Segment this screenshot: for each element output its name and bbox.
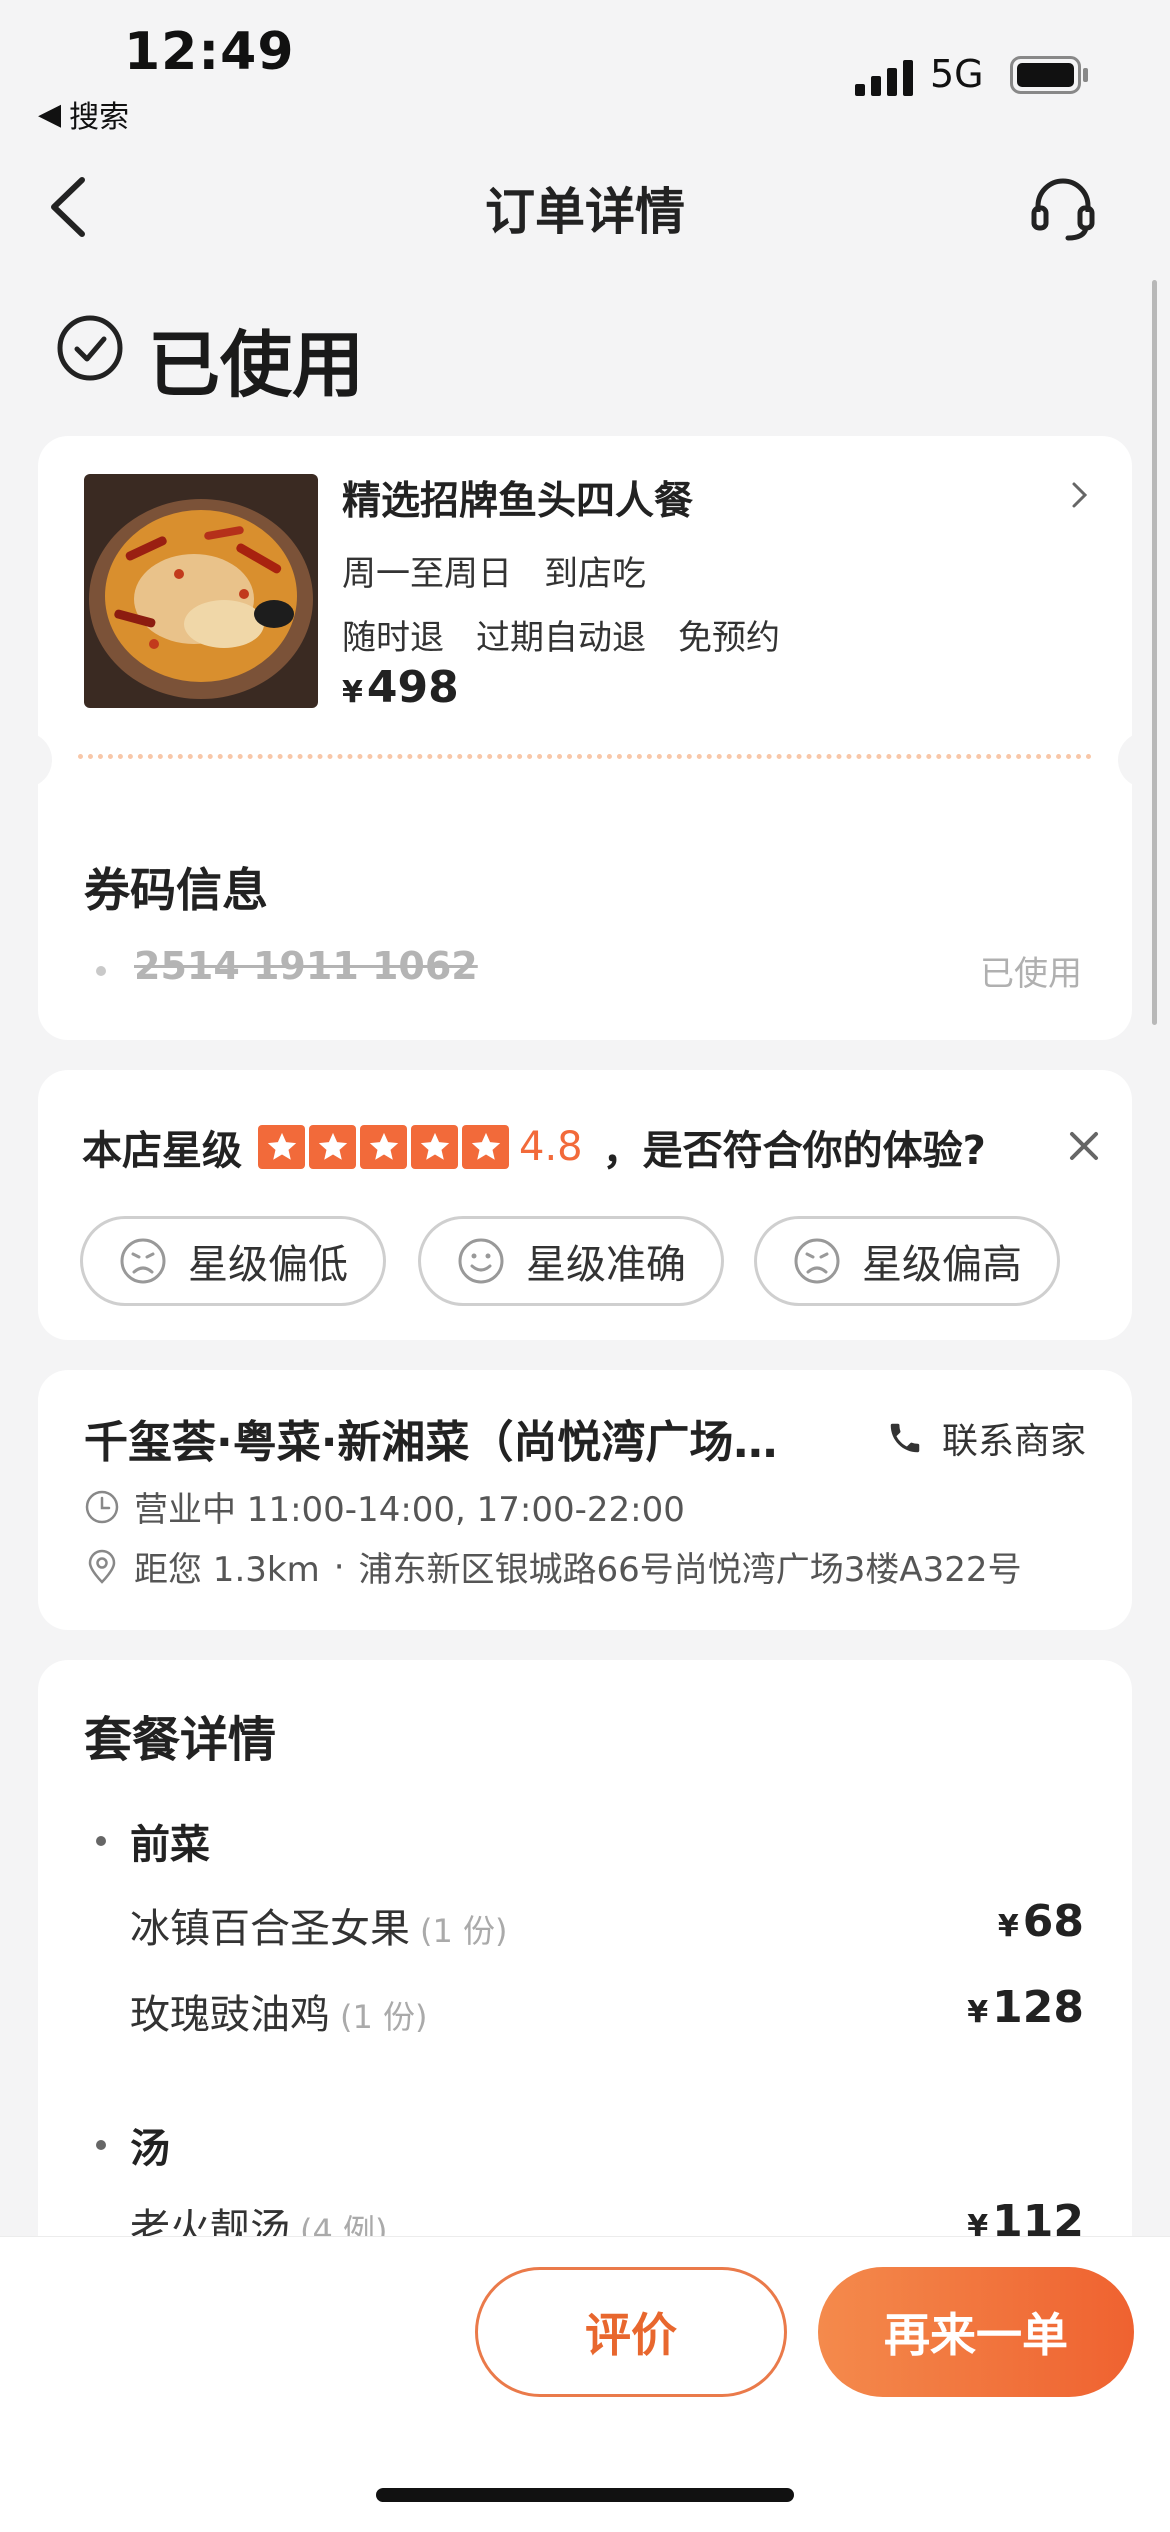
product-tags-row2: 随时退 过期自动退 免预约 — [342, 610, 780, 659]
battery-icon — [1010, 56, 1088, 94]
star-icon — [309, 1125, 356, 1169]
star-icon — [258, 1125, 305, 1169]
clock-icon — [85, 1490, 119, 1523]
star-icon — [360, 1125, 407, 1169]
item-price: ¥ 128 — [967, 1982, 1084, 2033]
section-title-appetizer: 前菜 — [130, 1822, 210, 1868]
product-card: 精选招牌鱼头四人餐 周一至周日 到店吃 随时退 过期自动退 免预约 ¥ 498 … — [24, 436, 1146, 1040]
contact-label: 联系商家 — [941, 1421, 1086, 1462]
back-to-app-link[interactable]: ◀ 搜索 — [38, 92, 129, 136]
signal-icon — [855, 60, 913, 96]
voucher-section-title: 券码信息 — [84, 863, 268, 917]
status-time: 12:49 — [124, 22, 295, 82]
rating-score: 4.8 — [519, 1124, 583, 1170]
network-type: 5G — [930, 52, 984, 96]
rating-label: 本店星级 — [82, 1128, 242, 1174]
item-quantity: (1 份) — [420, 1912, 508, 1950]
menu-item: 玫瑰豉油鸡 (1 份) — [130, 1982, 428, 2040]
package-title: 套餐详情 — [84, 1712, 277, 1768]
section-title-soup: 汤 — [130, 2126, 170, 2172]
ticket-notch-left — [24, 732, 52, 788]
phone-icon — [890, 1423, 920, 1453]
menu-item: 冰镇百合圣女果 (1 份) — [130, 1896, 508, 1954]
tag-schedule: 周一至周日 — [342, 554, 512, 594]
price-value: 128 — [992, 1982, 1084, 2033]
product-price: ¥ 498 — [342, 662, 459, 713]
currency-symbol: ¥ — [342, 675, 363, 710]
reorder-button[interactable]: 再来一单 — [818, 2267, 1134, 2397]
address-separator: · — [333, 1546, 345, 1587]
check-circle-icon — [57, 315, 123, 381]
price-value: 498 — [366, 662, 459, 713]
currency-symbol: ¥ — [997, 1909, 1019, 1944]
star-icon — [411, 1125, 458, 1169]
rating-too-low-button[interactable]: 星级偏低 — [80, 1216, 386, 1306]
address-text: 浦东新区银城路66号尚悦湾广场3楼A322号 — [358, 1550, 1022, 1590]
option-label: 星级偏高 — [862, 1242, 1022, 1288]
item-name: 玫瑰豉油鸡 — [130, 1992, 330, 2038]
rating-question: ，是否符合你的体验? — [602, 1128, 986, 1174]
rating-feedback-card: 本店星级 4.8 ，是否符合你的体验? 星级偏低 星级准确 星级偏高 — [38, 1070, 1132, 1340]
hours-text: 营业中 11:00-14:00, 17:00-22:00 — [134, 1490, 685, 1530]
tag-dine-in: 到店吃 — [544, 554, 646, 594]
home-indicator[interactable] — [376, 2488, 794, 2502]
product-image[interactable] — [84, 474, 318, 708]
sad-face-icon — [794, 1238, 840, 1284]
back-triangle-icon: ◀ — [38, 96, 62, 132]
dotted-divider — [78, 754, 1092, 759]
shop-address[interactable]: 距您 1.3km · 浦东新区银城路66号尚悦湾广场3楼A322号 — [84, 1542, 1022, 1591]
voucher-code: 2514 1911 1062 — [134, 944, 478, 988]
contact-merchant-button[interactable]: 联系商家 — [886, 1412, 1086, 1464]
rating-accurate-button[interactable]: 星级准确 — [418, 1216, 724, 1306]
rating-row: 本店星级 4.8 ，是否符合你的体验? — [82, 1118, 986, 1176]
scrollbar[interactable] — [1152, 280, 1157, 1025]
review-button[interactable]: 评价 — [475, 2267, 787, 2397]
currency-symbol: ¥ — [967, 1995, 989, 2030]
ticket-notch-right — [1118, 732, 1146, 788]
price-value: 68 — [1022, 1896, 1084, 1947]
order-status: 已使用 — [148, 323, 365, 407]
product-name[interactable]: 精选招牌鱼头四人餐 — [342, 470, 693, 526]
smile-face-icon — [458, 1238, 504, 1284]
sad-face-icon — [120, 1238, 166, 1284]
back-app-label: 搜索 — [69, 100, 130, 135]
item-price: ¥ 68 — [998, 1896, 1084, 1947]
item-name: 冰镇百合圣女果 — [130, 1906, 410, 1952]
tag-auto-refund: 过期自动退 — [476, 618, 646, 658]
shop-name[interactable]: 千玺荟·粤菜·新湘菜（尚悦湾广场… — [84, 1406, 874, 1470]
location-pin-icon — [88, 1549, 116, 1584]
chevron-right-icon[interactable] — [1068, 480, 1090, 510]
section-bullet — [96, 1836, 106, 1846]
tag-no-reservation: 免预约 — [678, 618, 780, 658]
star-rating — [258, 1125, 509, 1169]
item-quantity: (1 份) — [340, 1998, 428, 2036]
tag-refund-anytime: 随时退 — [342, 618, 444, 658]
business-hours: 营业中 11:00-14:00, 17:00-22:00 — [84, 1482, 685, 1531]
product-tags-row1: 周一至周日 到店吃 — [342, 546, 646, 595]
section-bullet — [96, 2140, 106, 2150]
shop-card: 千玺荟·粤菜·新湘菜（尚悦湾广场… 联系商家 营业中 11:00-14:00, … — [38, 1370, 1132, 1630]
voucher-bullet — [96, 966, 106, 976]
rating-too-high-button[interactable]: 星级偏高 — [754, 1216, 1060, 1306]
page-title: 订单详情 — [485, 183, 685, 241]
option-label: 星级准确 — [526, 1242, 686, 1288]
voucher-status: 已使用 — [980, 954, 1082, 994]
customer-service-icon[interactable] — [1028, 174, 1098, 244]
distance-text: 距您 1.3km — [134, 1550, 320, 1590]
close-icon[interactable] — [1066, 1128, 1102, 1164]
option-label: 星级偏低 — [188, 1242, 348, 1288]
star-icon — [462, 1125, 509, 1169]
